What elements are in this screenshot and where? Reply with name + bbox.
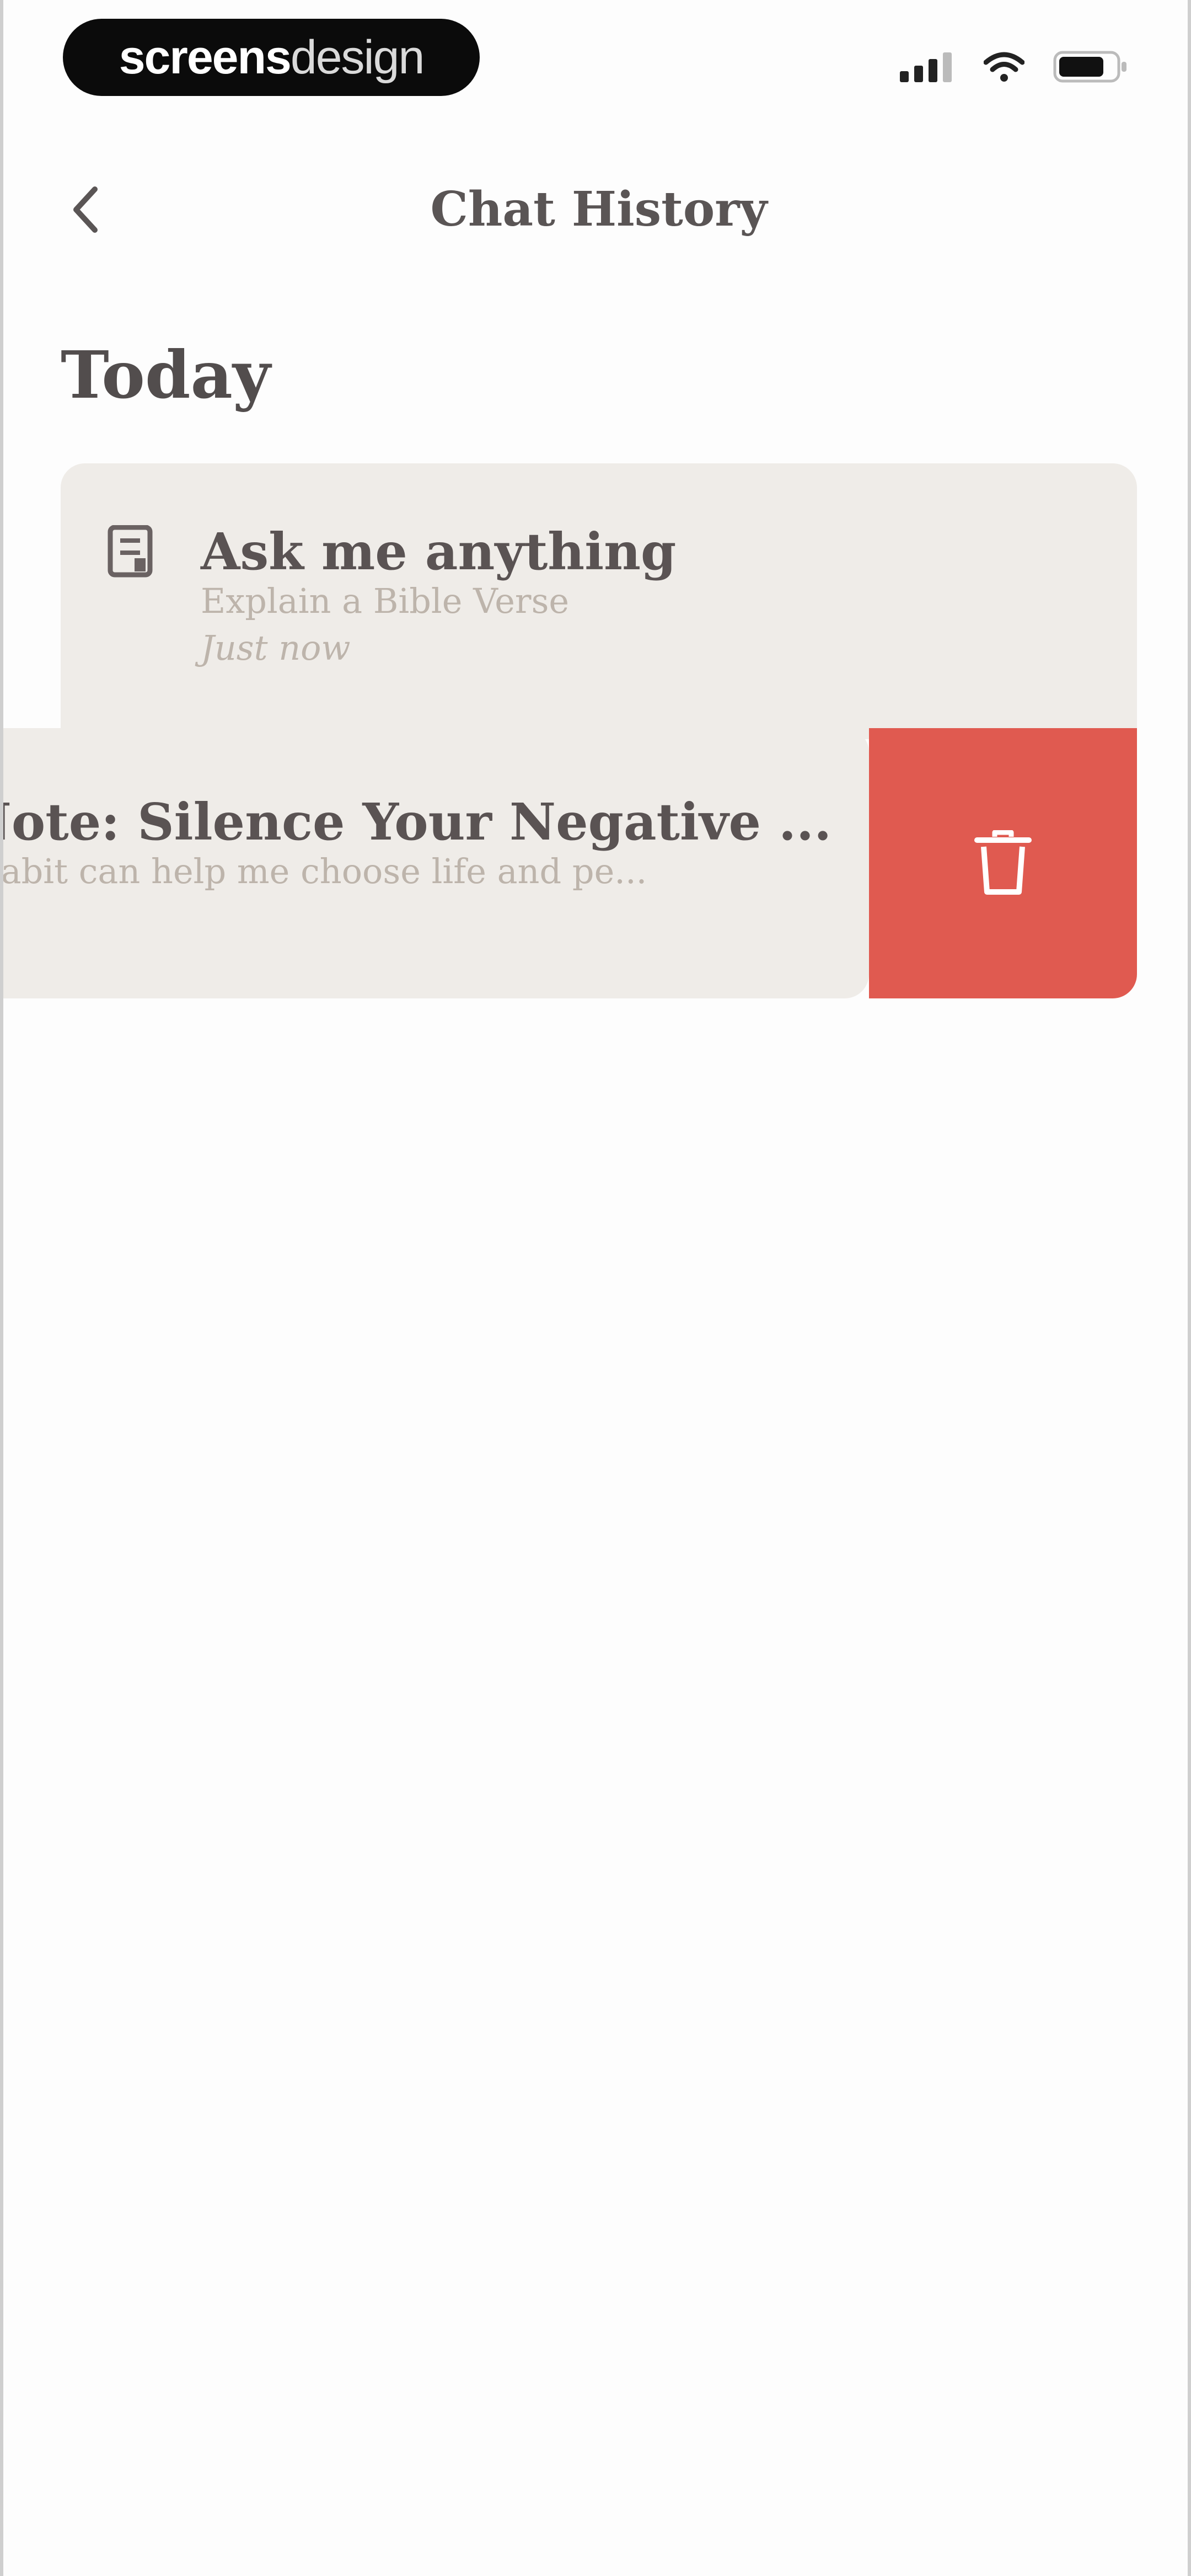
chat-title: Ask me anything: [201, 522, 677, 581]
wifi-icon: [984, 52, 1024, 82]
brand-text: screensdesign: [119, 31, 425, 84]
swiped-chat-row[interactable]: om Note: Silence Your Negative ... t dai…: [1, 728, 1188, 998]
nav-bar: Chat History: [3, 160, 1188, 259]
brand-text-light: design: [290, 31, 425, 84]
trash-icon: [974, 830, 1032, 895]
chat-time: Just now: [201, 628, 351, 668]
book-icon: [108, 525, 153, 578]
chat-item[interactable]: om Note: Silence Your Negative ... t dai…: [1, 728, 869, 998]
brand-text-bold: screens: [119, 31, 292, 84]
chat-item[interactable]: Ask me anything Explain a Bible Verse Ju…: [61, 463, 1137, 739]
phone-screen: screensdesign Chat History Today Ask me …: [0, 0, 1191, 2576]
brand-logo: screensdesign: [63, 19, 480, 96]
chat-subtitle: t daily habit can help me choose life an…: [1, 851, 647, 891]
status-icons: [900, 47, 1128, 86]
chat-title: om Note: Silence Your Negative ...: [3, 792, 832, 852]
page-title: Chat History: [430, 181, 768, 237]
chat-subtitle: Explain a Bible Verse: [201, 581, 570, 621]
status-bar: screensdesign: [3, 0, 1188, 121]
section-heading-today: Today: [61, 336, 271, 413]
cellular-signal-icon: [900, 52, 952, 82]
delete-button[interactable]: [869, 728, 1137, 998]
battery-icon: [1053, 51, 1126, 83]
